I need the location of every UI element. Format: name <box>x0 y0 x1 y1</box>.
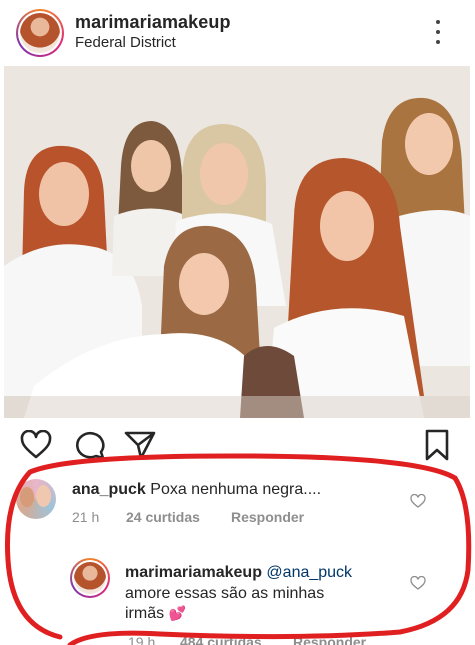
reply-avatar[interactable] <box>70 558 110 598</box>
post-username[interactable]: marimariamakeup <box>75 12 231 33</box>
reply-text-line1: amore essas são as minhas <box>125 585 325 602</box>
like-heart-icon[interactable] <box>20 430 52 460</box>
reply-username[interactable]: marimariamakeup <box>125 564 262 581</box>
comment-likes-count[interactable]: 24 curtidas <box>126 509 200 525</box>
reply-comment: marimariamakeup @ana_puck <box>125 564 352 582</box>
post-location[interactable]: Federal District <box>75 34 176 51</box>
photo-illustration <box>4 66 470 418</box>
post-photo[interactable] <box>4 66 470 418</box>
reply-like-heart-icon[interactable] <box>410 576 426 590</box>
comment-time: 21 h <box>72 509 100 525</box>
reply-text-line2-words: irmãs <box>125 605 165 622</box>
comment-username[interactable]: ana_puck <box>72 481 146 498</box>
comment-ana-puck: ana_puck Poxa nenhuma negra.... <box>72 481 321 499</box>
profile-avatar[interactable] <box>16 9 64 57</box>
reply-button[interactable]: Responder <box>231 509 304 525</box>
post-header: marimariamakeup Federal District <box>0 0 475 62</box>
reply-text-line2: irmãs 💕 <box>125 605 186 623</box>
reply-reply-button[interactable]: Responder <box>293 634 366 645</box>
reply-likes-count[interactable]: 484 curtidas <box>180 634 262 645</box>
avatar-image <box>20 13 60 53</box>
reply-mention[interactable]: @ana_puck <box>266 564 352 581</box>
commenter-avatar[interactable] <box>16 479 56 519</box>
more-options-icon[interactable] <box>432 20 444 44</box>
comment-bubble-icon[interactable] <box>74 430 106 460</box>
bookmark-icon[interactable] <box>424 428 450 462</box>
hearts-emoji: 💕 <box>168 605 186 621</box>
comment-like-heart-icon[interactable] <box>410 494 426 508</box>
comment-text: Poxa nenhuma negra.... <box>150 481 322 498</box>
reply-time: 19 h <box>128 634 156 645</box>
share-send-icon[interactable] <box>124 430 156 460</box>
reply-avatar-image <box>74 562 106 594</box>
